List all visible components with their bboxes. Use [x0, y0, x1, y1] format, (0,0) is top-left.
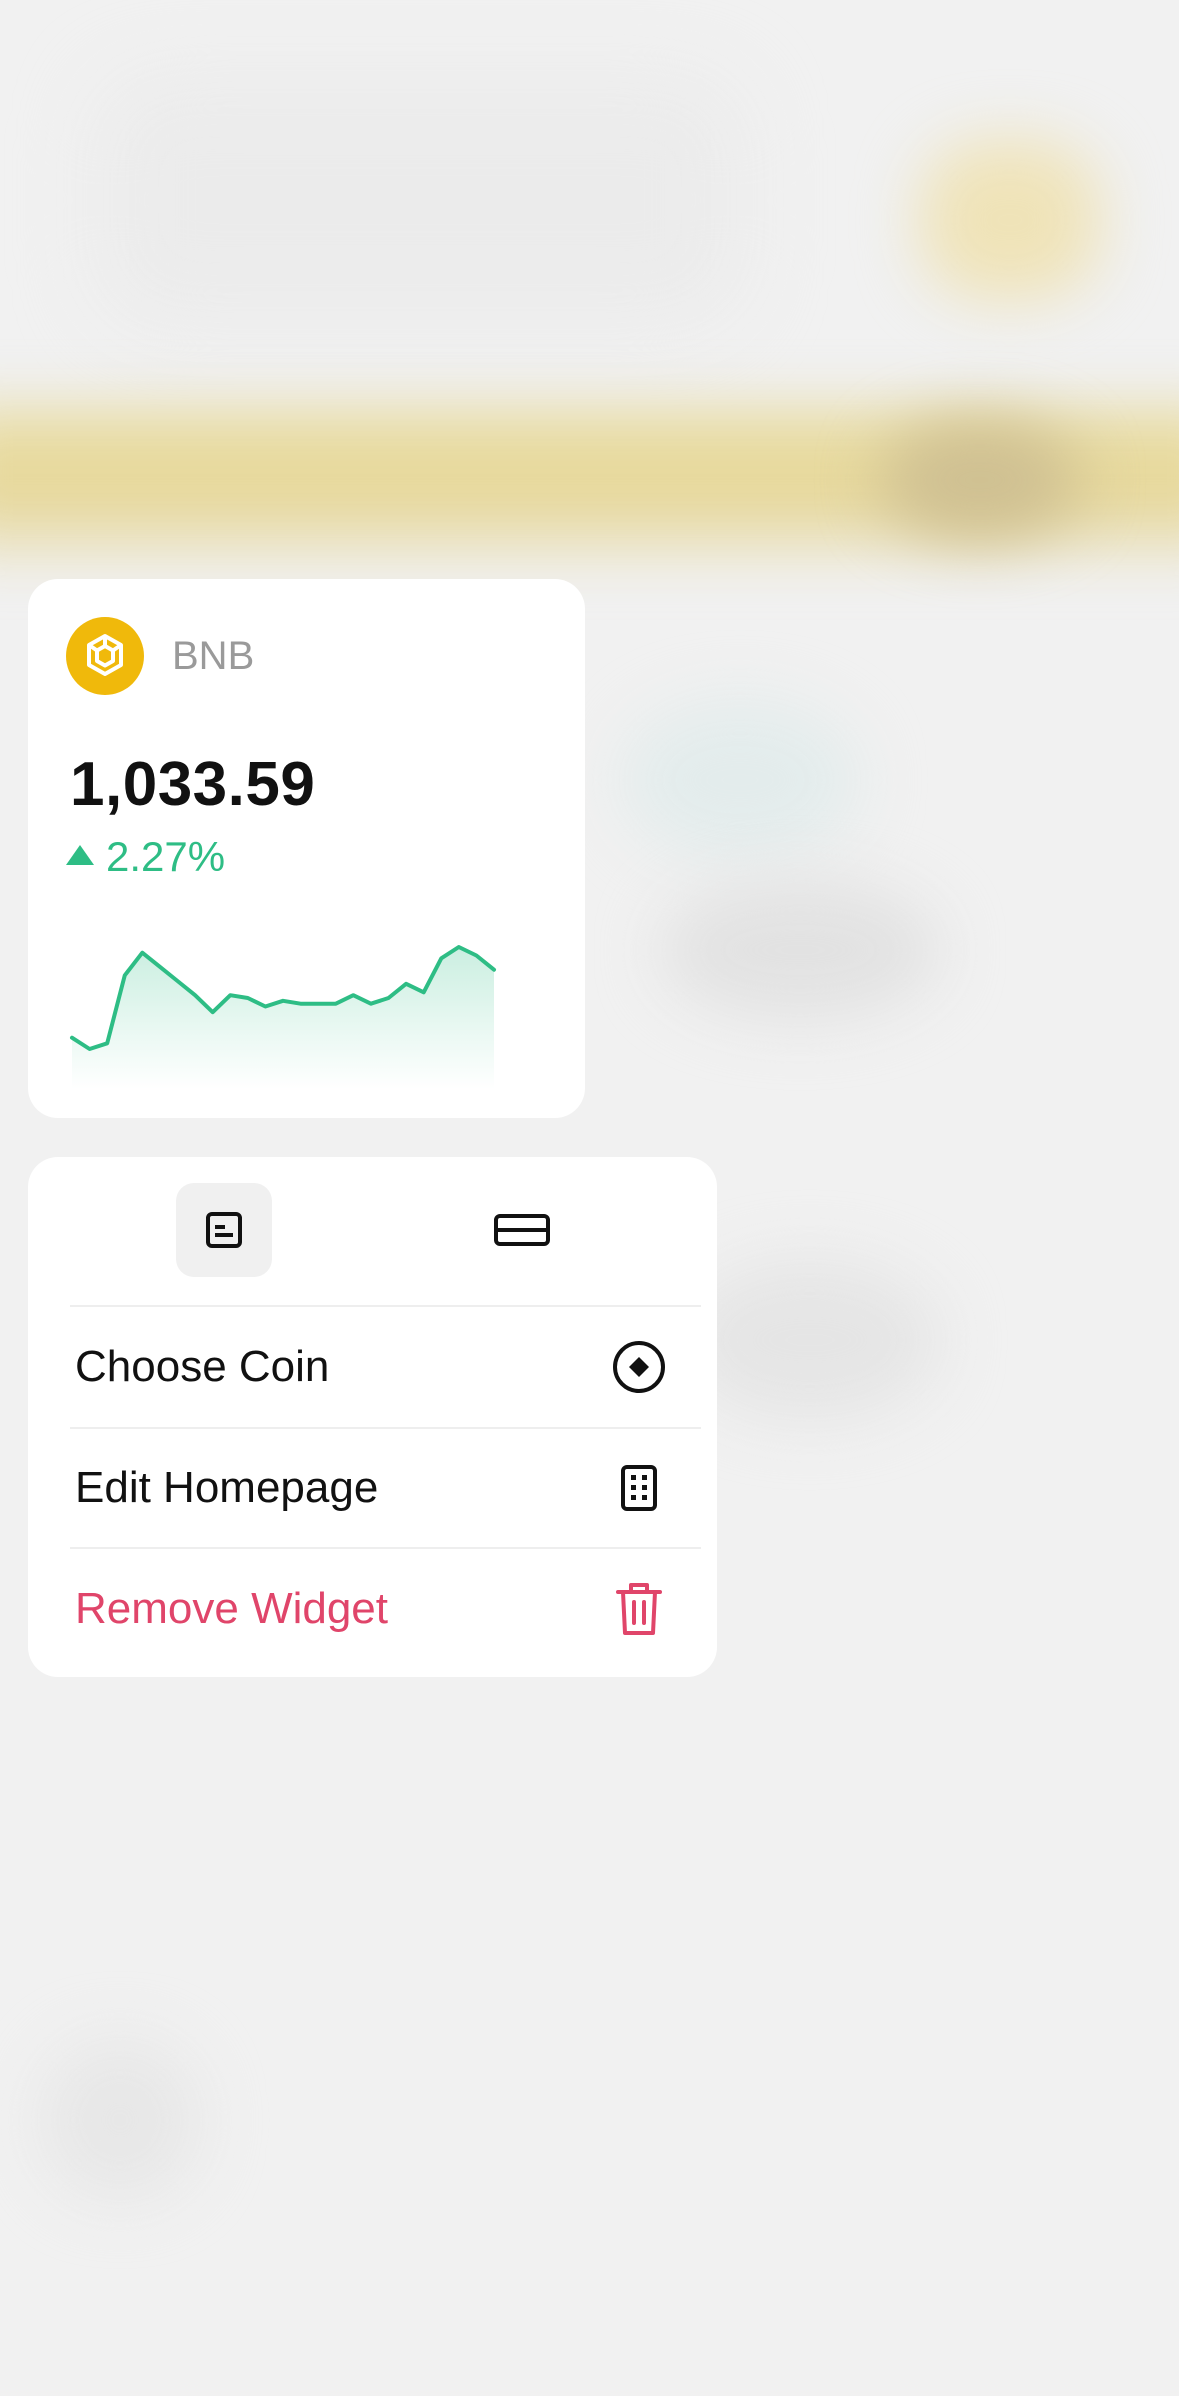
price-widget[interactable]: BNB 1,033.59 2.27%: [28, 579, 585, 1118]
sparkline-area: [72, 947, 494, 1089]
remove-widget-item[interactable]: Remove Widget: [28, 1550, 717, 1668]
menu-divider: [70, 1547, 701, 1549]
widget-size-selector: [28, 1157, 717, 1307]
choose-coin-label: Choose Coin: [75, 1342, 330, 1391]
edit-homepage-label: Edit Homepage: [75, 1463, 379, 1512]
price-change: 2.27%: [66, 833, 225, 881]
menu-divider: [70, 1305, 701, 1307]
up-arrow-icon: [66, 845, 94, 865]
widget-context-menu: Choose Coin Edit Homepage Remove Widget: [28, 1157, 717, 1677]
choose-coin-item[interactable]: Choose Coin: [28, 1308, 717, 1426]
wide-widget-icon: [494, 1214, 550, 1246]
small-size-button[interactable]: [176, 1183, 272, 1277]
coin-symbol: BNB: [172, 633, 255, 678]
trash-icon: [609, 1579, 669, 1639]
remove-widget-label: Remove Widget: [75, 1584, 389, 1633]
small-widget-icon: [206, 1212, 242, 1248]
price-sparkline: [70, 945, 496, 1089]
change-percent: 2.27%: [106, 833, 226, 880]
coin-price: 1,033.59: [70, 750, 316, 819]
edit-grid-icon: [609, 1458, 669, 1518]
coin-select-icon: [609, 1337, 669, 1397]
coin-header: BNB: [66, 617, 254, 695]
edit-homepage-item[interactable]: Edit Homepage: [28, 1429, 717, 1547]
bnb-logo-icon: [66, 617, 144, 695]
wide-size-button[interactable]: [474, 1183, 570, 1277]
